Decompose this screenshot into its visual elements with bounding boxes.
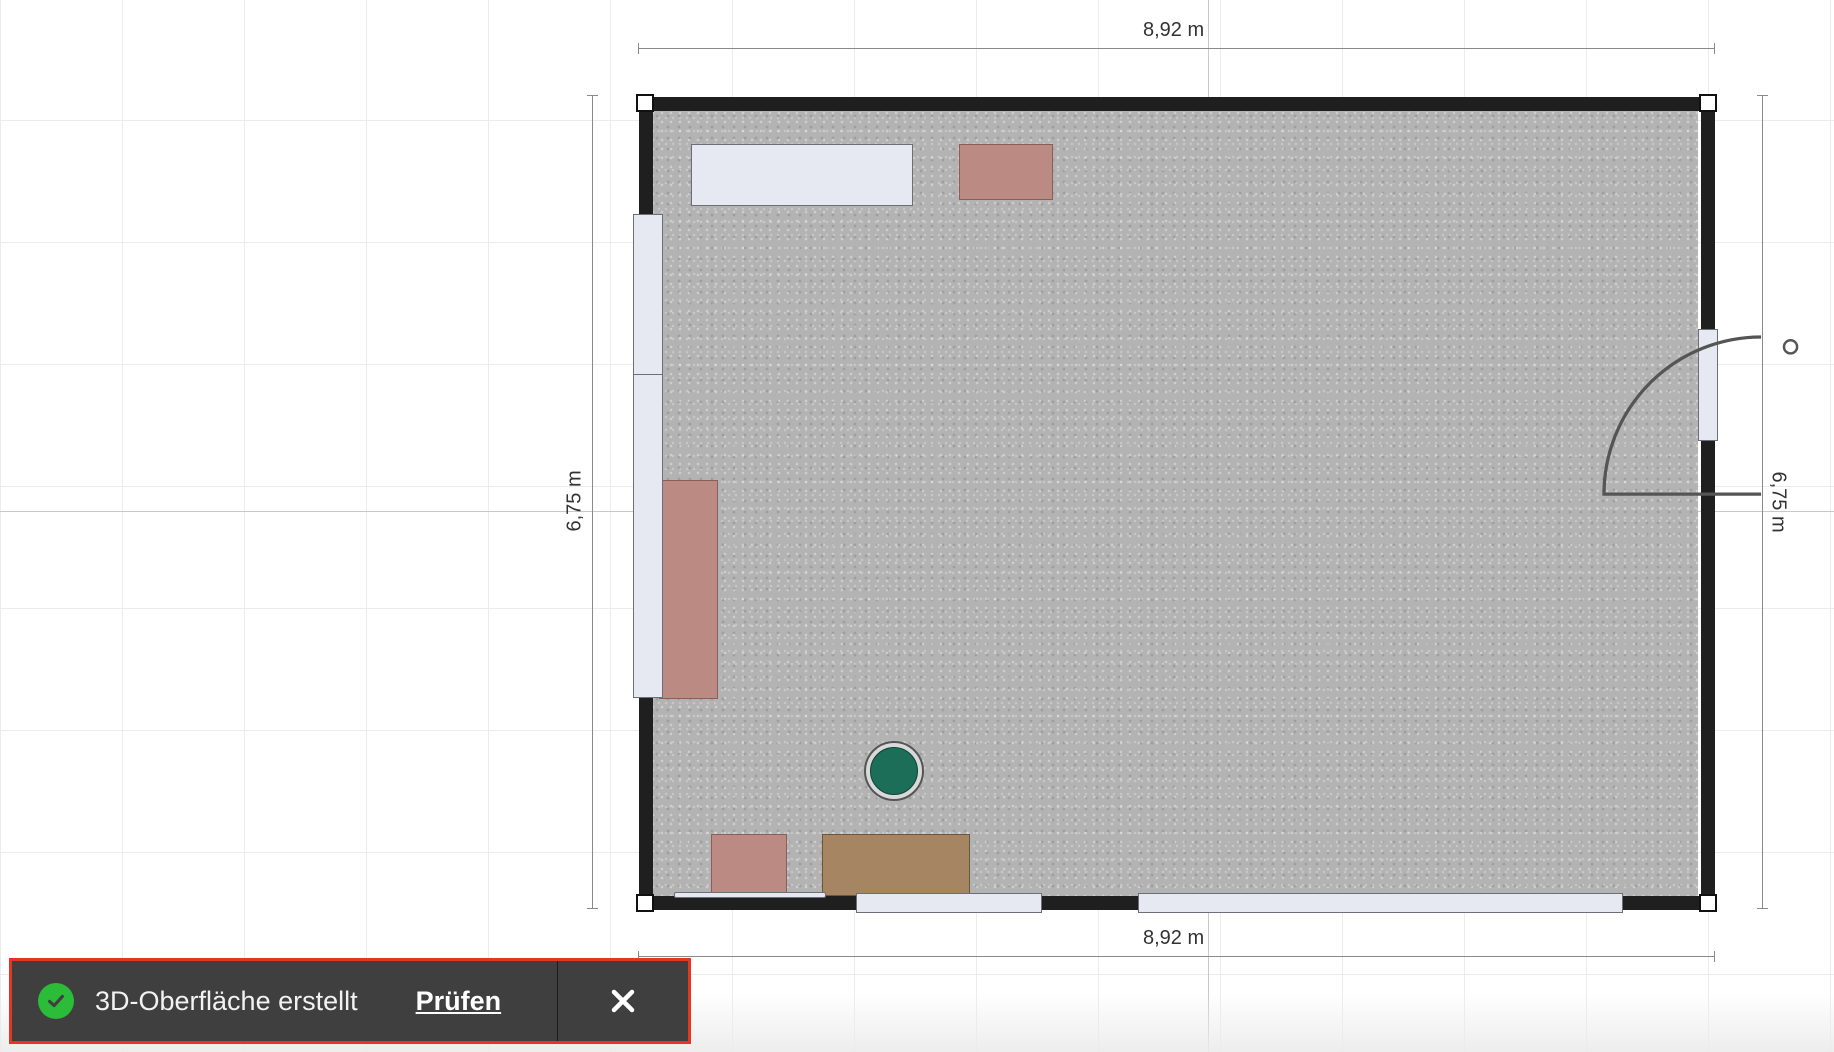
cabinet-bottom-left[interactable]	[711, 834, 787, 896]
floorplan-canvas[interactable]: 8,92 m 8,92 m 6,75 m 6,75 m	[0, 0, 1834, 1052]
window-bottom-left[interactable]	[856, 893, 1042, 913]
window-bottom-right[interactable]	[1138, 893, 1623, 913]
window-left-lower[interactable]	[633, 374, 663, 698]
dimension-label-bottom: 8,92 m	[1143, 927, 1205, 949]
toast-message: 3D-Oberfläche erstellt	[95, 985, 358, 1016]
toast-notification: 3D-Oberfläche erstellt Prüfen	[9, 958, 691, 1044]
corner-handle-top-left[interactable]	[636, 94, 654, 112]
close-icon	[611, 989, 635, 1013]
dimension-label-left: 6,75 m	[563, 470, 586, 532]
sofa-top-left[interactable]	[691, 144, 913, 206]
corner-handle-bottom-left[interactable]	[636, 894, 654, 912]
check-circle-icon	[38, 983, 74, 1019]
door-swing-arc	[1602, 335, 1799, 496]
cabinet-top[interactable]	[959, 144, 1053, 200]
shelf-left[interactable]	[659, 480, 718, 699]
corner-handle-bottom-right[interactable]	[1699, 894, 1717, 912]
wall-top[interactable]	[639, 97, 1715, 111]
close-button[interactable]	[558, 961, 688, 1041]
review-button[interactable]: Prüfen	[416, 986, 502, 1017]
plant[interactable]	[870, 747, 918, 795]
dimension-label-top: 8,92 m	[1143, 19, 1205, 41]
window-bottom-left-small[interactable]	[674, 892, 826, 898]
room-floor[interactable]	[650, 110, 1698, 900]
corner-handle-top-right[interactable]	[1699, 94, 1717, 112]
table-bottom[interactable]	[822, 834, 970, 896]
